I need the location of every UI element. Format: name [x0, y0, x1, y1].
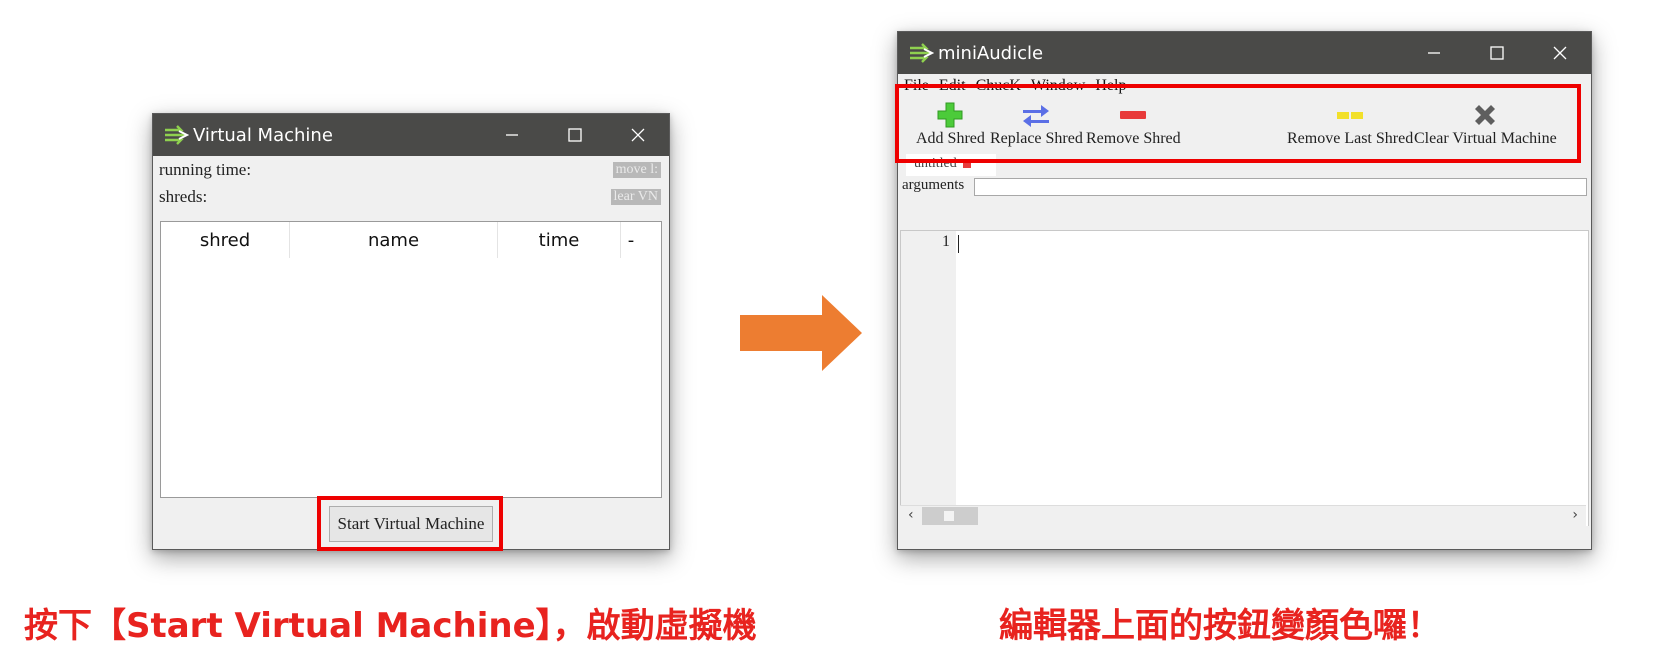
caption-right: 編輯器上面的按鈕變顏色囉！ — [999, 606, 1441, 646]
text-caret — [958, 235, 959, 253]
maximize-icon — [1489, 46, 1504, 60]
column-header-name[interactable]: name — [290, 222, 498, 258]
remove-last-ghost-button: move l: — [612, 162, 661, 178]
line-number-gutter: 1 — [901, 231, 956, 526]
minimize-icon — [1427, 52, 1440, 54]
chuck-logo-icon — [165, 125, 189, 145]
code-editor[interactable]: 1 — [900, 230, 1589, 527]
arguments-input[interactable] — [974, 178, 1587, 196]
close-button[interactable] — [1528, 32, 1591, 74]
maximize-button[interactable] — [1465, 32, 1528, 74]
maximize-icon — [567, 128, 582, 142]
highlight-box-toolbar — [895, 84, 1581, 163]
minimize-button[interactable] — [1402, 32, 1465, 74]
ma-titlebar[interactable]: miniAudicle — [898, 32, 1591, 74]
highlight-box-start-button — [317, 496, 503, 551]
running-time-label: running time: — [159, 160, 252, 179]
close-icon — [1553, 46, 1566, 60]
scrollbar-thumb[interactable] — [922, 507, 978, 525]
maximize-button[interactable] — [543, 114, 606, 156]
close-button[interactable] — [606, 114, 669, 156]
column-header-shred[interactable]: shred — [161, 222, 290, 258]
right-arrow-icon — [740, 295, 862, 371]
status-bar — [898, 526, 1591, 548]
vm-window-title: Virtual Machine — [193, 124, 333, 146]
running-time-row: running time: move l: — [153, 156, 669, 183]
scroll-left-icon[interactable]: ‹ — [908, 507, 914, 523]
arguments-row: arguments — [898, 176, 1591, 196]
shreds-table: shred name time - — [160, 221, 662, 498]
chuck-logo-icon — [910, 43, 934, 63]
virtual-machine-window: Virtual Machine running time: move l: sh… — [152, 113, 670, 550]
shreds-table-header: shred name time - — [161, 222, 661, 258]
column-header-time[interactable]: time — [498, 222, 621, 258]
column-header-remove[interactable]: - — [621, 222, 641, 258]
shreds-label: shreds: — [159, 187, 208, 206]
vm-titlebar[interactable]: Virtual Machine — [153, 114, 669, 156]
minimize-icon — [505, 134, 518, 136]
minimize-button[interactable] — [480, 114, 543, 156]
clear-vm-ghost-button: lear VN — [610, 189, 661, 205]
arguments-label: arguments — [902, 177, 965, 193]
caption-left: 按下【Start Virtual Machine】，啟動虛擬機 — [24, 606, 757, 646]
ma-window-title: miniAudicle — [938, 42, 1044, 64]
shreds-row: shreds: lear VN — [153, 183, 669, 210]
scroll-right-icon[interactable]: › — [1572, 507, 1578, 523]
close-icon — [631, 128, 644, 142]
line-number: 1 — [942, 233, 950, 250]
horizontal-scrollbar[interactable]: ‹ › — [900, 505, 1586, 526]
